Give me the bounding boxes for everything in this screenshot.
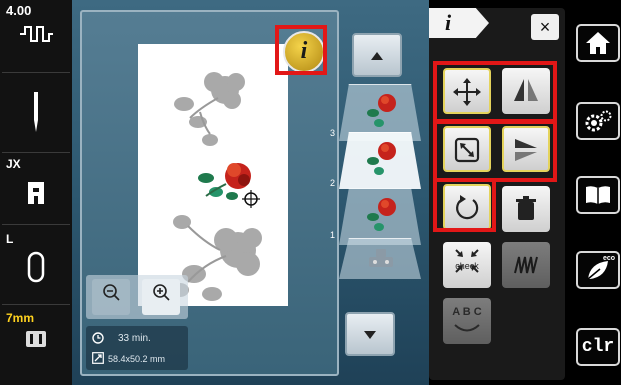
- needle-icon[interactable]: [0, 90, 72, 140]
- zoom-in-button[interactable]: [142, 279, 180, 315]
- home-button[interactable]: [576, 24, 620, 62]
- stitch-density-button[interactable]: [502, 242, 550, 288]
- delete-button[interactable]: [502, 186, 550, 232]
- zoom-controls: [86, 275, 188, 319]
- info-button-highlight: [275, 25, 327, 75]
- home-icon: [586, 32, 610, 54]
- presser-foot-icon[interactable]: [0, 180, 72, 210]
- arrow-down-icon: [364, 331, 376, 339]
- setup-button[interactable]: [576, 102, 620, 140]
- scroll-down-button[interactable]: [345, 312, 395, 356]
- hoop-label: 7mm: [6, 311, 35, 325]
- design-info: 33 min. 58.4x50.2 mm: [86, 326, 188, 370]
- layer-1-thumbnail: [367, 198, 396, 231]
- highlight-move-mirror: [433, 61, 557, 123]
- stitch-pattern-icon[interactable]: [0, 22, 72, 52]
- hoop-icon[interactable]: [0, 330, 72, 360]
- highlight-resize-mirror: [433, 120, 557, 182]
- zoom-in-icon: [153, 284, 170, 301]
- status-bar: 4.00 JX L 7mm: [0, 0, 72, 385]
- stitch-width-value: 4.00: [6, 3, 32, 18]
- trash-icon: [516, 196, 536, 220]
- lettering-arc-button[interactable]: A B C: [443, 298, 491, 344]
- guide-button[interactable]: [576, 176, 620, 214]
- clock-icon: [92, 332, 104, 344]
- clear-button[interactable]: clr: [576, 328, 620, 366]
- fabric-canvas[interactable]: [138, 44, 288, 306]
- layer-2-thumbnail: [367, 142, 396, 175]
- stitch-time: 33 min.: [118, 333, 151, 344]
- abc-label: A B C: [452, 306, 482, 318]
- gears-icon: [585, 110, 612, 132]
- close-button[interactable]: ×: [531, 14, 559, 40]
- stitch-plate-icon[interactable]: [0, 250, 72, 286]
- add-layer-icon: [369, 249, 393, 267]
- zoom-out-icon: [103, 284, 120, 301]
- arc-icon: [454, 324, 480, 332]
- layer-add[interactable]: [339, 238, 421, 279]
- layer-number-1: 1: [330, 230, 336, 240]
- layer-1[interactable]: [339, 188, 421, 245]
- eco-label: eco: [602, 255, 615, 262]
- scroll-up-button[interactable]: [352, 33, 402, 77]
- zoom-out-button[interactable]: [92, 279, 130, 315]
- stitch-plate-label: L: [6, 232, 14, 246]
- crosshair-icon: [242, 190, 260, 208]
- check-label: check: [455, 261, 479, 271]
- layer-number-3: 3: [330, 128, 336, 138]
- highlight-rotate: [433, 178, 496, 232]
- check-size-button[interactable]: check: [443, 242, 491, 288]
- layer-2-selected[interactable]: [339, 132, 421, 189]
- design-flower-top[interactable]: [170, 68, 250, 148]
- layer-3-thumbnail: [367, 94, 396, 127]
- layer-number-2: 2: [330, 178, 336, 188]
- book-icon: [586, 186, 610, 204]
- design-size: 58.4x50.2 mm: [108, 354, 166, 364]
- eco-button[interactable]: eco: [576, 251, 620, 289]
- size-icon: [92, 352, 104, 364]
- presser-foot-label: JX: [6, 157, 21, 171]
- satin-stitch-icon: [514, 256, 538, 274]
- arrow-up-icon: [371, 52, 383, 60]
